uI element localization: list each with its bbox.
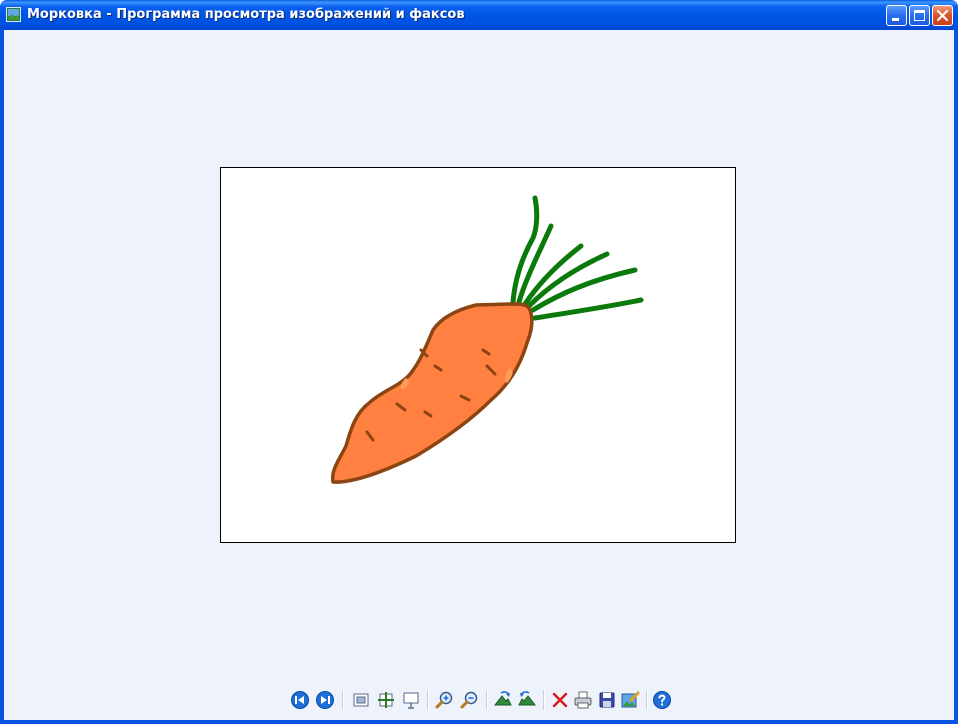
window-title: Морковка - Программа просмотра изображен… [27, 7, 465, 22]
viewer-area [4, 30, 954, 720]
minimize-icon [892, 18, 899, 21]
app-icon[interactable] [6, 7, 21, 22]
previous-image-icon[interactable] [290, 690, 310, 710]
toolbar-separator [646, 690, 648, 710]
slideshow-icon[interactable] [401, 690, 421, 710]
best-fit-icon[interactable] [351, 690, 371, 710]
rotate-counterclockwise-icon[interactable] [517, 690, 537, 710]
maximize-button[interactable] [909, 5, 930, 26]
image-preview [220, 167, 736, 543]
save-icon[interactable] [597, 690, 617, 710]
toolbar-separator [543, 690, 545, 710]
carrot-leaves [510, 195, 644, 321]
image-viewer-window: Морковка - Программа просмотра изображен… [0, 0, 958, 724]
zoom-out-icon[interactable] [460, 690, 480, 710]
print-icon[interactable] [573, 690, 593, 710]
delete-icon[interactable] [550, 690, 570, 710]
rotate-clockwise-icon[interactable] [493, 690, 513, 710]
help-icon[interactable] [652, 690, 672, 710]
close-icon [936, 9, 949, 22]
maximize-icon [914, 10, 925, 21]
toolbar-separator [486, 690, 488, 710]
edit-icon[interactable] [620, 690, 640, 710]
minimize-button[interactable] [886, 5, 907, 26]
next-image-icon[interactable] [315, 690, 335, 710]
zoom-in-icon[interactable] [435, 690, 455, 710]
toolbar-separator [427, 690, 429, 710]
actual-size-icon[interactable] [376, 690, 396, 710]
title-bar[interactable]: Морковка - Программа просмотра изображен… [0, 0, 958, 30]
carrot-drawing [330, 195, 644, 484]
toolbar-separator [342, 690, 344, 710]
close-button[interactable] [932, 5, 953, 26]
carrot-body [330, 302, 534, 484]
